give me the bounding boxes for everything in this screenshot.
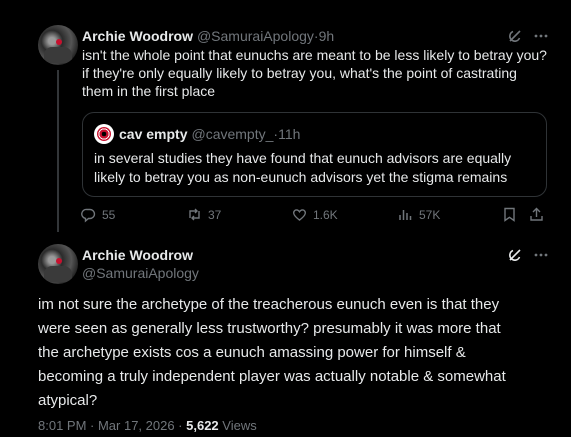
- bookmark-icon: [501, 206, 518, 223]
- reply-icon: [80, 206, 97, 223]
- author-name[interactable]: Archie Woodrow: [82, 28, 193, 44]
- share-icon: [528, 206, 545, 223]
- tweet-header: Archie Woodrow @SamuraiApology: [82, 247, 199, 281]
- author-handle[interactable]: @SamuraiApology: [82, 265, 199, 281]
- tweet-top-icons: [507, 28, 549, 44]
- grok-icon[interactable]: [507, 247, 523, 263]
- tweet-text-line: atypical?: [38, 392, 98, 409]
- quoted-time: 11h: [278, 126, 301, 142]
- views-count: 5,622: [186, 418, 219, 433]
- tweet-text-line: im not sure the archetype of the treache…: [38, 296, 500, 313]
- parent-tweet[interactable]: Archie Woodrow @SamuraiApology · 9h isn'…: [0, 0, 571, 232]
- share-button[interactable]: [528, 206, 545, 223]
- tweet-text-line: isn't the whole point that eunuchs are m…: [82, 47, 547, 63]
- avatar[interactable]: [38, 25, 78, 65]
- thread-line: [57, 70, 59, 232]
- reply-button[interactable]: 55: [80, 206, 115, 223]
- tweet-text-line: if they're only equally likely to betray…: [82, 65, 517, 81]
- quoted-tweet-card[interactable]: cav empty @cavempty_ · 11h in several st…: [82, 112, 547, 197]
- tweet-footer: 8:01 PM · Mar 17, 2026 · 5,622 Views: [38, 418, 257, 433]
- action-bar: 55 37 1.6K 57K: [80, 206, 550, 226]
- repost-count: 37: [208, 207, 222, 222]
- like-button[interactable]: 1.6K: [291, 206, 338, 223]
- tweet-header: Archie Woodrow @SamuraiApology · 9h: [82, 28, 334, 44]
- quoted-author-name: cav empty: [119, 126, 188, 142]
- quoted-header: cav empty @cavempty_ · 11h: [119, 126, 300, 142]
- quoted-author-handle: @cavempty_: [191, 126, 274, 142]
- tweet-text-line: were seen as generally less trustworthy?…: [38, 320, 501, 337]
- tweet-time[interactable]: 9h: [319, 28, 335, 44]
- tweet-text-line: them in the first place: [82, 83, 216, 99]
- tweet-text: isn't the whole point that eunuchs are m…: [82, 46, 552, 100]
- like-icon: [291, 206, 308, 223]
- repost-button[interactable]: 37: [186, 206, 221, 223]
- reply-count: 55: [102, 207, 116, 222]
- main-tweet: Archie Woodrow @SamuraiApology im not su…: [0, 232, 571, 437]
- quoted-text-line: in several studies they have found that …: [94, 150, 512, 166]
- more-icon[interactable]: [533, 247, 549, 263]
- views-count: 57K: [419, 207, 441, 222]
- views-button[interactable]: 57K: [397, 206, 440, 223]
- quoted-avatar: [94, 124, 114, 144]
- views-label: Views: [218, 418, 257, 433]
- author-handle[interactable]: @SamuraiApology: [197, 28, 314, 44]
- grok-icon[interactable]: [507, 28, 523, 44]
- views-icon: [397, 206, 414, 223]
- quoted-text-line: likely to betray you as non-eunuch advis…: [94, 169, 508, 185]
- tweet-text-line: becoming a truly independent player was …: [38, 368, 506, 385]
- tweet-text: im not sure the archetype of the treache…: [38, 293, 558, 413]
- avatar[interactable]: [38, 244, 78, 284]
- author-name[interactable]: Archie Woodrow: [82, 247, 193, 263]
- tweet-top-icons: [507, 247, 549, 263]
- more-icon[interactable]: [533, 28, 549, 44]
- bookmark-button[interactable]: [501, 206, 518, 223]
- repost-icon: [186, 206, 203, 223]
- tweet-thread: Archie Woodrow @SamuraiApology · 9h isn'…: [0, 0, 571, 437]
- like-count: 1.6K: [313, 207, 338, 222]
- tweet-timestamp[interactable]: 8:01 PM · Mar 17, 2026 ·: [38, 418, 186, 433]
- tweet-text-line: the archetype exists cos a eunuch amassi…: [38, 344, 466, 361]
- quoted-text: in several studies they have found that …: [94, 149, 539, 187]
